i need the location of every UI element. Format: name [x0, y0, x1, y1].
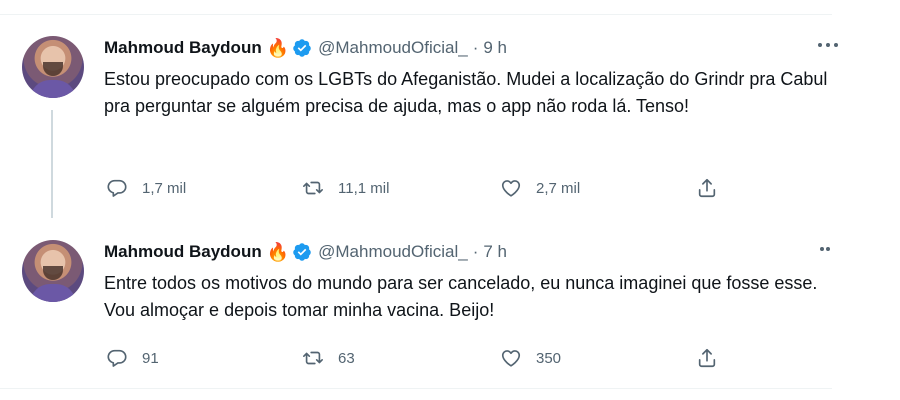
avatar[interactable]	[22, 36, 84, 98]
reply-icon	[107, 179, 127, 197]
retweet-icon	[303, 181, 323, 195]
share-icon	[698, 178, 716, 198]
thread-line	[51, 110, 53, 218]
reply-icon	[107, 349, 127, 367]
author-name[interactable]: Mahmoud Baydoun	[104, 241, 262, 263]
tweet-thread: Mahmoud Baydoun 🔥 @MahmoudOficial_ · 9 h…	[0, 0, 900, 400]
avatar[interactable]	[22, 240, 84, 302]
tweet-header: Mahmoud Baydoun 🔥 @MahmoudOficial_ · 9 h	[104, 36, 850, 60]
retweet-count: 63	[338, 349, 355, 367]
reply-button[interactable]: 1,7 mil	[106, 176, 186, 200]
verified-badge-icon	[293, 243, 311, 261]
tweet[interactable]: Mahmoud Baydoun 🔥 @MahmoudOficial_ · 7 h…	[0, 226, 850, 386]
author-handle[interactable]: @MahmoudOficial_	[318, 241, 468, 263]
separator-dot: ·	[472, 38, 479, 57]
tweet-text: Estou preocupado com os LGBTs do Afegani…	[104, 69, 828, 116]
reply-count: 91	[142, 349, 159, 367]
avatar-beard	[43, 62, 63, 76]
tweet-header: Mahmoud Baydoun 🔥 @MahmoudOficial_ · 7 h	[104, 240, 850, 264]
retweet-button[interactable]: 63	[302, 346, 355, 370]
share-button[interactable]	[696, 176, 718, 200]
retweet-button[interactable]: 11,1 mil	[302, 176, 389, 200]
divider	[0, 14, 832, 15]
like-count: 350	[536, 349, 562, 367]
share-button[interactable]	[696, 346, 718, 370]
reply-count: 1,7 mil	[142, 179, 187, 197]
action-bar: 91 63 350	[106, 346, 726, 370]
author-name[interactable]: Mahmoud Baydoun	[104, 37, 262, 59]
separator-dot: ·	[472, 242, 479, 261]
retweet-icon	[303, 351, 323, 365]
share-icon	[698, 348, 716, 368]
timestamp[interactable]: 9 h	[483, 37, 507, 59]
more-icon[interactable]	[818, 41, 838, 49]
tweet-text: Entre todos os motivos do mundo para ser…	[104, 273, 818, 320]
like-count: 2,7 mil	[536, 179, 581, 197]
author-handle[interactable]: @MahmoudOficial_	[318, 37, 468, 59]
reply-button[interactable]: 91	[106, 346, 159, 370]
retweet-count: 11,1 mil	[338, 179, 390, 197]
avatar-beard	[43, 266, 63, 280]
action-bar: 1,7 mil 11,1 mil 2,7 mil	[106, 176, 726, 200]
tweet[interactable]: Mahmoud Baydoun 🔥 @MahmoudOficial_ · 9 h…	[0, 22, 850, 222]
heart-icon	[501, 350, 521, 367]
timestamp[interactable]: 7 h	[483, 241, 507, 263]
like-button[interactable]: 350	[500, 346, 561, 370]
like-button[interactable]: 2,7 mil	[500, 176, 580, 200]
fire-emoji: 🔥	[266, 38, 290, 58]
heart-icon	[501, 180, 521, 197]
more-icon[interactable]	[820, 245, 830, 253]
verified-badge-icon	[293, 39, 311, 57]
avatar-shirt	[30, 284, 76, 302]
divider	[0, 388, 832, 389]
fire-emoji: 🔥	[266, 242, 290, 262]
avatar-shirt	[30, 80, 76, 98]
